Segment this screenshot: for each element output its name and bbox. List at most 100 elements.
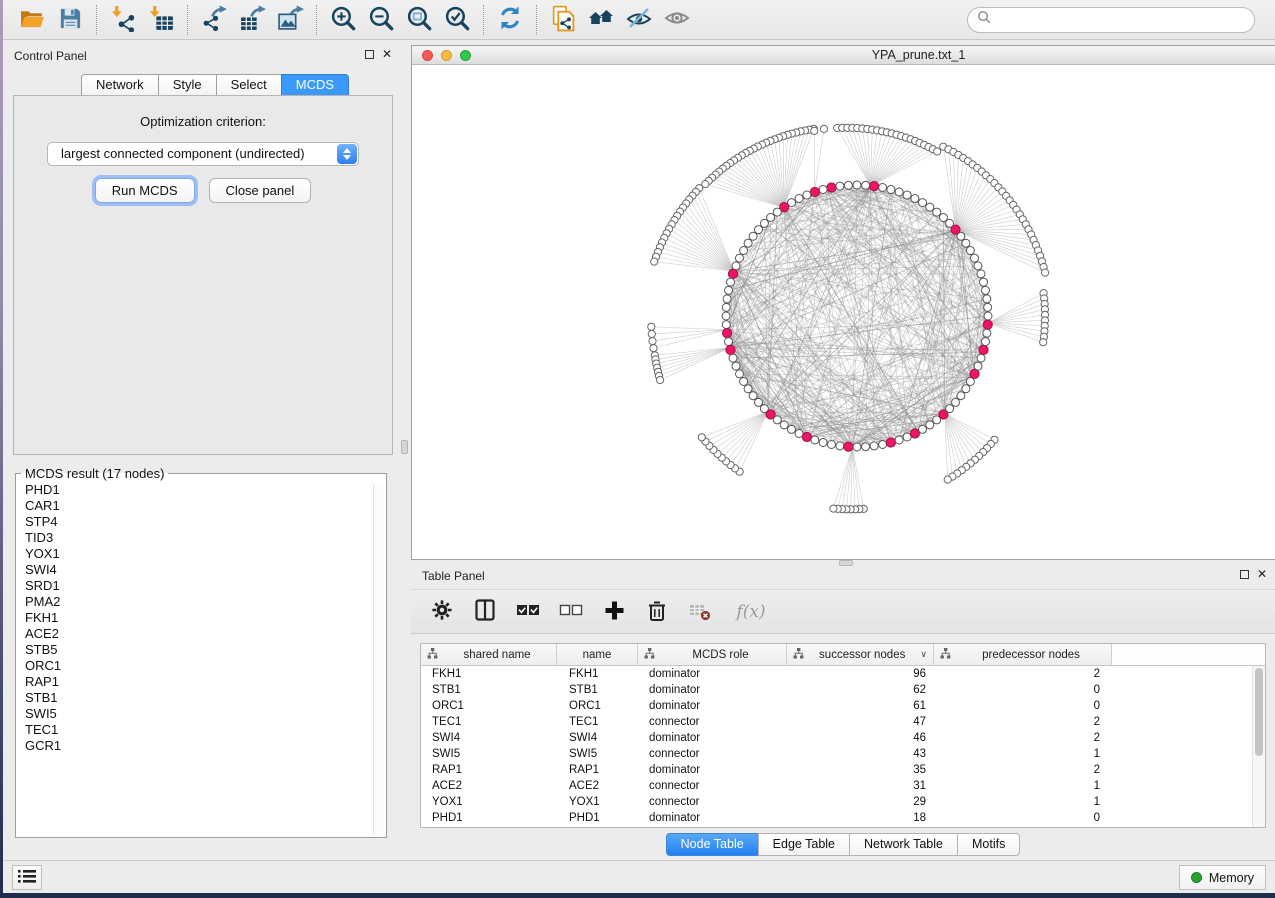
network-node[interactable] [895, 436, 903, 444]
network-node[interactable] [879, 441, 887, 449]
column-header-successor-nodes[interactable]: successor nodes ∨ [787, 644, 934, 665]
network-node[interactable] [740, 378, 748, 386]
network-node[interactable] [887, 186, 895, 194]
mcds-result-item[interactable]: SWI4 [25, 562, 386, 578]
zoom-selected-button[interactable] [438, 3, 476, 37]
zoom-fit-button[interactable] [400, 3, 438, 37]
mcds-hub-node[interactable] [970, 369, 979, 378]
network-node[interactable] [933, 208, 941, 216]
float-panel-icon[interactable] [1240, 570, 1249, 579]
network-node[interactable] [982, 286, 990, 294]
mcds-hub-node[interactable] [844, 442, 853, 451]
zoom-out-button[interactable] [362, 3, 400, 37]
leaf-node[interactable] [934, 148, 941, 155]
table-row[interactable]: YOX1YOX1connector291 [421, 794, 1265, 810]
run-mcds-button[interactable]: Run MCDS [95, 178, 195, 203]
window-close-button[interactable] [422, 50, 433, 61]
table-scrollbar-thumb[interactable] [1255, 668, 1263, 756]
column-header-name[interactable]: name [557, 644, 638, 665]
show-columns-button[interactable] [471, 597, 499, 627]
apply-function-button[interactable]: f(x) [729, 597, 773, 627]
network-node[interactable] [870, 442, 878, 450]
leaf-node[interactable] [650, 345, 657, 352]
refresh-layout-button[interactable] [491, 3, 529, 37]
close-panel-button[interactable]: Close panel [209, 178, 312, 203]
search-input[interactable] [992, 13, 1245, 27]
network-node[interactable] [788, 425, 796, 433]
network-node[interactable] [827, 441, 835, 449]
mcds-result-item[interactable]: PMA2 [25, 594, 386, 610]
close-panel-icon[interactable]: ✕ [382, 49, 392, 60]
network-node[interactable] [723, 295, 731, 303]
mcds-hub-node[interactable] [726, 345, 735, 354]
network-node[interactable] [946, 219, 954, 227]
network-node[interactable] [919, 425, 927, 433]
network-node[interactable] [749, 392, 757, 400]
mcds-result-item[interactable]: TEC1 [25, 722, 386, 738]
table-row[interactable]: ACE2ACE2connector311 [421, 778, 1265, 794]
network-node[interactable] [773, 416, 781, 424]
network-node[interactable] [962, 385, 970, 393]
network-node[interactable] [744, 385, 752, 393]
open-file-button[interactable] [13, 3, 51, 37]
leaf-node[interactable] [651, 258, 658, 265]
network-node[interactable] [974, 362, 982, 370]
table-row[interactable]: FKH1FKH1dominator962 [421, 666, 1265, 682]
mcds-result-item[interactable]: STP4 [25, 514, 386, 530]
network-node[interactable] [736, 254, 744, 262]
network-node[interactable] [755, 226, 763, 234]
mcds-hub-node[interactable] [810, 187, 819, 196]
import-network-button[interactable] [104, 3, 142, 37]
network-node[interactable] [729, 354, 737, 362]
table-row[interactable]: TEC1TEC1connector472 [421, 714, 1265, 730]
float-panel-icon[interactable] [365, 50, 374, 59]
window-minimize-button[interactable] [441, 50, 452, 61]
network-node[interactable] [980, 278, 988, 286]
show-all-networks-button[interactable] [582, 3, 620, 37]
leaf-node[interactable] [811, 127, 818, 134]
task-history-button[interactable] [12, 865, 42, 890]
tab-select[interactable]: Select [216, 74, 282, 96]
network-node[interactable] [926, 203, 934, 211]
table-row[interactable]: ORC1ORC1dominator610 [421, 698, 1265, 714]
network-node[interactable] [732, 262, 740, 270]
network-node[interactable] [971, 254, 979, 262]
export-image-button[interactable] [271, 3, 309, 37]
leaf-node[interactable] [820, 125, 827, 132]
network-node[interactable] [725, 338, 733, 346]
leaf-node[interactable] [657, 376, 664, 383]
network-node[interactable] [984, 303, 992, 311]
window-zoom-button[interactable] [460, 50, 471, 61]
table-row[interactable]: RAP1RAP1dominator352 [421, 762, 1265, 778]
network-node[interactable] [803, 191, 811, 199]
network-node[interactable] [946, 405, 954, 413]
network-node[interactable] [740, 247, 748, 255]
network-node[interactable] [722, 321, 730, 329]
zoom-in-button[interactable] [324, 3, 362, 37]
mcds-list-scrollbar[interactable] [373, 484, 384, 834]
mcds-hub-node[interactable] [802, 432, 811, 441]
network-node[interactable] [984, 312, 992, 320]
mcds-hub-node[interactable] [723, 329, 732, 338]
network-node[interactable] [836, 182, 844, 190]
network-node[interactable] [919, 199, 927, 207]
network-node[interactable] [819, 186, 827, 194]
table-scrollbar[interactable] [1252, 666, 1265, 827]
network-node[interactable] [853, 443, 861, 451]
network-node[interactable] [911, 195, 919, 203]
network-node[interactable] [780, 421, 788, 429]
leaf-node[interactable] [1042, 269, 1049, 276]
mcds-result-item[interactable]: ORC1 [25, 658, 386, 674]
network-node[interactable] [903, 191, 911, 199]
hide-selected-button[interactable] [620, 3, 658, 37]
tab-motifs[interactable]: Motifs [957, 833, 1020, 856]
leaf-node[interactable] [648, 323, 655, 330]
mcds-hub-node[interactable] [728, 269, 737, 278]
mcds-result-item[interactable]: YOX1 [25, 546, 386, 562]
mcds-hub-node[interactable] [983, 320, 992, 329]
network-node[interactable] [722, 312, 730, 320]
network-node[interactable] [773, 208, 781, 216]
network-node[interactable] [977, 270, 985, 278]
column-header-shared-name[interactable]: shared name [421, 644, 557, 665]
network-node[interactable] [983, 329, 991, 337]
